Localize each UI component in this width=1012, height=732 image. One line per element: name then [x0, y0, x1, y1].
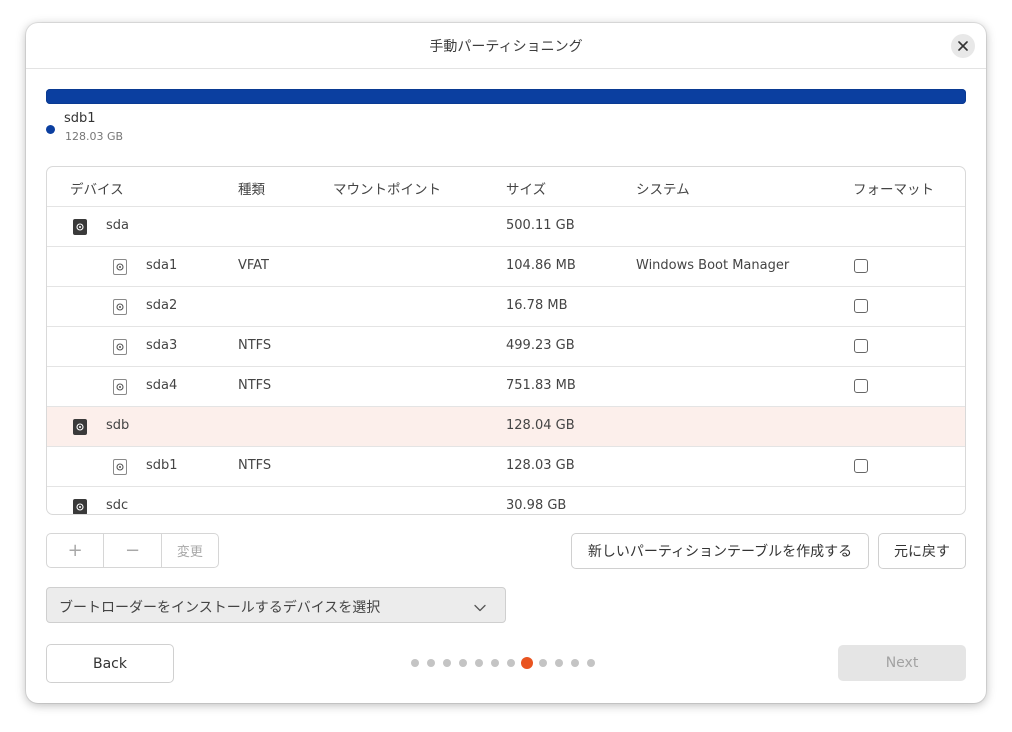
legend-color-dot: [46, 125, 55, 134]
format-checkbox[interactable]: [854, 459, 868, 473]
legend-partition-name: sdb1: [64, 111, 96, 126]
partition-row[interactable]: sda3 NTFS 499.23 GB: [47, 327, 965, 367]
step-dot: [555, 659, 563, 667]
bootloader-device-select[interactable]: ブートローダーをインストールするデバイスを選択: [46, 587, 506, 623]
step-dot: [427, 659, 435, 667]
step-dot-current: [521, 657, 533, 669]
device-name: sda1: [146, 258, 178, 273]
header-system[interactable]: システム: [636, 178, 690, 198]
step-dot: [507, 659, 515, 667]
format-checkbox[interactable]: [854, 259, 868, 273]
step-dot: [491, 659, 499, 667]
device-name: sda3: [146, 338, 178, 353]
close-button[interactable]: [951, 34, 975, 58]
disk-row[interactable]: sdc 30.98 GB: [47, 487, 965, 514]
partition-icon: [113, 459, 127, 475]
partition-icon: [113, 299, 127, 315]
step-dot: [539, 659, 547, 667]
bootloader-select-value: ブートローダーをインストールするデバイスを選択: [59, 600, 381, 616]
partition-size: 104.86 MB: [506, 258, 576, 273]
change-partition-button[interactable]: 変更: [160, 534, 218, 567]
device-name: sda2: [146, 298, 178, 313]
step-dot: [443, 659, 451, 667]
device-name: sdb: [106, 418, 130, 433]
partition-row[interactable]: sda1 VFAT 104.86 MB Windows Boot Manager: [47, 247, 965, 287]
drive-icon: [73, 219, 87, 235]
step-dot: [459, 659, 467, 667]
partition-size: 751.83 MB: [506, 378, 576, 393]
device-name: sda: [106, 218, 129, 233]
back-button[interactable]: Back: [46, 644, 174, 683]
step-dot: [475, 659, 483, 667]
partition-icon: [113, 259, 127, 275]
format-checkbox[interactable]: [854, 379, 868, 393]
partition-size: 16.78 MB: [506, 298, 568, 313]
partition-dialog: 手動パーティショニング sdb1 128.03 GB デバイス 種類 マウントポ…: [26, 23, 986, 703]
revert-button[interactable]: 元に戻す: [878, 533, 966, 569]
title-bar: 手動パーティショニング: [26, 23, 986, 69]
partition-row[interactable]: sdb1 NTFS 128.03 GB: [47, 447, 965, 487]
header-device[interactable]: デバイス: [70, 178, 124, 198]
partition-type: NTFS: [238, 338, 272, 353]
drive-icon: [73, 499, 87, 514]
partition-size: 128.03 GB: [506, 458, 575, 473]
step-dot: [571, 659, 579, 667]
device-name: sda4: [146, 378, 178, 393]
partition-icon: [113, 339, 127, 355]
partition-edit-buttons: + − 変更: [46, 533, 219, 568]
add-partition-button[interactable]: +: [47, 534, 103, 567]
drive-icon: [73, 419, 87, 435]
chevron-down-icon: [474, 600, 486, 616]
partition-type: NTFS: [238, 458, 272, 473]
format-checkbox[interactable]: [854, 299, 868, 313]
partition-size: 128.04 GB: [506, 418, 575, 433]
next-button[interactable]: Next: [838, 645, 966, 681]
format-checkbox[interactable]: [854, 339, 868, 353]
table-header: デバイス 種類 マウントポイント サイズ システム フォーマット: [47, 167, 965, 207]
partition-size: 30.98 GB: [506, 498, 567, 513]
legend-partition-size: 128.03 GB: [65, 130, 124, 143]
header-mount-point[interactable]: マウントポイント: [333, 178, 441, 198]
partition-row[interactable]: sda2 16.78 MB: [47, 287, 965, 327]
partition-type: VFAT: [238, 258, 270, 273]
dialog-title: 手動パーティショニング: [429, 39, 583, 55]
step-dot: [411, 659, 419, 667]
partition-type: NTFS: [238, 378, 272, 393]
header-type[interactable]: 種類: [238, 178, 265, 198]
new-partition-table-button[interactable]: 新しいパーティションテーブルを作成する: [571, 533, 869, 569]
partition-size: 500.11 GB: [506, 218, 575, 233]
device-name: sdc: [106, 498, 129, 513]
disk-row[interactable]: sdb 128.04 GB: [47, 407, 965, 447]
disk-row[interactable]: sda 500.11 GB: [47, 207, 965, 247]
disk-usage-bar: [46, 89, 966, 104]
device-name: sdb1: [146, 458, 178, 473]
partition-system: Windows Boot Manager: [636, 258, 790, 273]
partition-size: 499.23 GB: [506, 338, 575, 353]
header-size[interactable]: サイズ: [506, 178, 546, 198]
partition-row[interactable]: sda4 NTFS 751.83 MB: [47, 367, 965, 407]
table-body: sda 500.11 GB sda1 VFAT 104.86 MB Windows Boo…: [47, 207, 965, 514]
header-format[interactable]: フォーマット: [853, 178, 934, 198]
close-icon: [958, 41, 968, 51]
step-dot: [587, 659, 595, 667]
remove-partition-button[interactable]: −: [103, 534, 160, 567]
partition-icon: [113, 379, 127, 395]
partition-table: デバイス 種類 マウントポイント サイズ システム フォーマット sda 500.…: [46, 166, 966, 515]
